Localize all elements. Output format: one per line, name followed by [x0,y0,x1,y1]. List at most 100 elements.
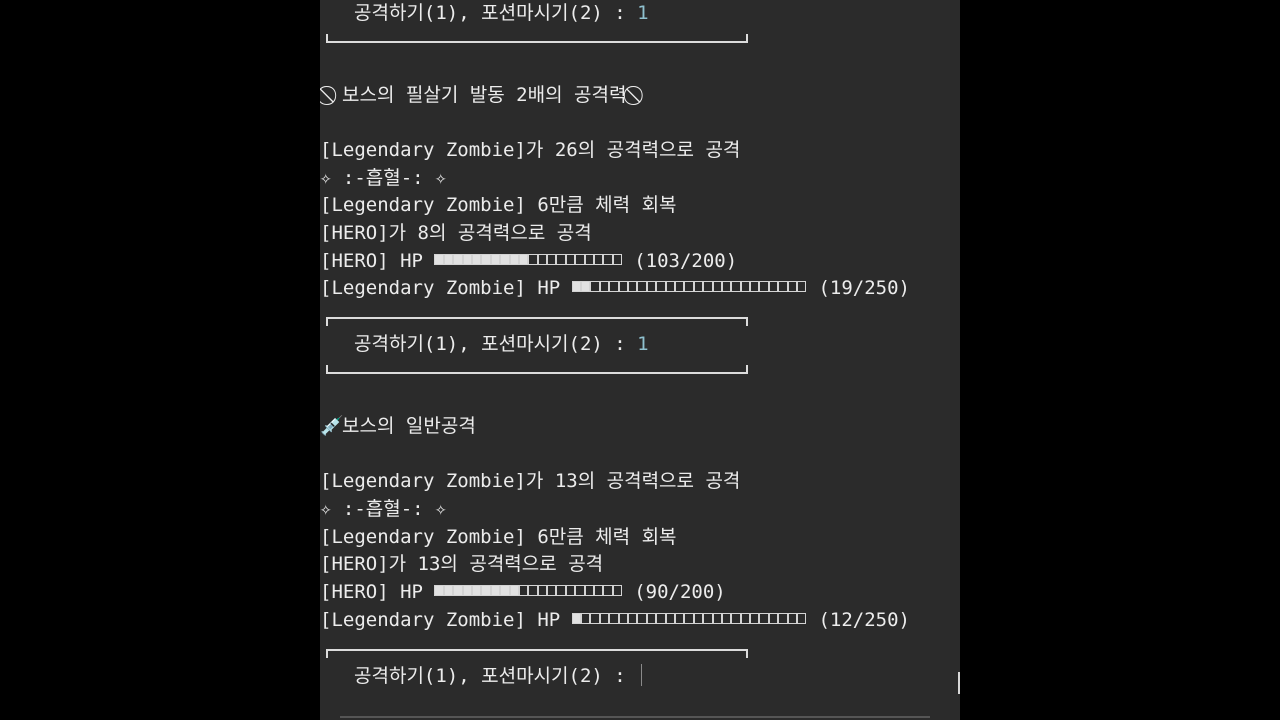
prompt-input-value: 1 [637,2,649,24]
hp-cell-empty [612,254,623,265]
prompt-line: 공격하기(1), 포션마시기(2) : [354,662,643,690]
hero-hp-line: [HERO] HP (103/200) [320,247,737,275]
prompt-input-value: 1 [637,333,649,355]
log-line: [HERO]가 8의 공격력으로 공격 [320,222,592,244]
hp-cell-empty [618,281,629,292]
hp-cell-empty [547,585,557,596]
hp-cell-filled [490,254,501,265]
hp-cell-empty [594,254,604,265]
hp-cell-empty [712,613,722,624]
hp-cell-filled [453,254,463,265]
hp-cell-empty [721,281,732,292]
hp-cell-filled [443,254,454,265]
hp-value: (103/200) [634,250,738,272]
boss-normal-text: 보스의 일반공격 [342,415,476,437]
window-edge-mark [958,672,960,694]
prompt-line: 공격하기(1), 포션마시기(2) : 1 [354,0,649,27]
hp-cell-empty [740,613,751,624]
hp-cell-empty [731,281,741,292]
hp-cell-empty [740,281,751,292]
hp-cell-filled [490,585,501,596]
hp-cell-empty [603,254,613,265]
hp-bar [434,254,623,265]
hp-cell-empty [575,585,585,596]
hp-cell-empty [565,585,576,596]
log-line: [HERO]가 13의 공격력으로 공격 [320,553,604,575]
hp-cell-empty [731,613,741,624]
log-line: [Legendary Zombie]가 26의 공격력으로 공격 [320,139,741,161]
hp-cell-empty [612,585,623,596]
prohibited-icon: ⃠ [626,81,648,109]
hp-cell-empty [609,613,619,624]
boss-normal-line: 💉보스의 일반공격 [320,412,476,440]
hp-cell-filled [518,254,529,265]
hp-cell-filled [509,585,519,596]
hp-cell-filled [571,281,582,292]
text-cursor [641,663,643,686]
hp-cell-empty [609,281,619,292]
hp-cell-filled [443,585,454,596]
hp-cell-empty [712,281,722,292]
syringe-icon: 💉 [320,415,344,437]
log-line: ✧ :-흡혈-: ✧ [320,167,447,189]
hp-cell-empty [599,281,610,292]
hp-cell-filled [471,254,482,265]
hp-cell-empty [674,613,685,624]
hp-cell-empty [575,254,585,265]
hp-cell-empty [778,613,788,624]
hp-cell-empty [656,613,666,624]
log-line: [Legendary Zombie] 6만큼 체력 회복 [320,194,677,216]
hp-cell-empty [556,585,566,596]
hp-cell-empty [603,585,613,596]
hp-cell-filled [581,281,591,292]
prompt-label: 공격하기(1), 포션마시기(2) : [354,333,638,355]
hp-cell-filled [481,254,491,265]
hp-cell-empty [637,281,647,292]
hp-label: [HERO] HP [320,250,435,272]
hp-cell-empty [590,613,600,624]
prompt-label: 공격하기(1), 포션마시기(2) : [354,2,638,24]
hp-cell-filled [509,254,519,265]
hp-cell-empty [518,585,529,596]
hp-cell-filled [500,585,510,596]
hp-cell-empty [665,281,675,292]
boss-skill-text: 보스의 필살기 발동 2배의 공격력 [342,84,627,106]
hp-cell-empty [618,613,629,624]
hp-value: (90/200) [634,581,726,603]
prohibited-icon: ⃠ [320,81,342,109]
hp-cell-empty [628,613,638,624]
hp-value: (19/250) [818,277,910,299]
prompt-box-top [326,317,748,326]
hp-cell-empty [581,613,591,624]
hp-bar [571,281,807,292]
hp-cell-empty [528,585,538,596]
hp-cell-filled [481,585,491,596]
hp-cell-empty [537,585,548,596]
scrollbar[interactable] [340,716,930,718]
hp-cell-empty [528,254,538,265]
prompt-box-bottom [326,34,748,43]
hp-label: [Legendary Zombie] HP [320,277,572,299]
hp-cell-empty [565,254,576,265]
hp-cell-empty [693,281,704,292]
hp-cell-filled [500,254,510,265]
hp-cell-empty [590,281,600,292]
hp-cell-empty [759,613,769,624]
hp-label: [HERO] HP [320,581,435,603]
hp-cell-empty [703,613,713,624]
hp-value: (12/250) [818,609,910,631]
hp-bar [571,613,807,624]
hp-cell-empty [750,281,760,292]
hp-cell-empty [759,281,769,292]
hp-cell-empty [646,613,657,624]
hp-cell-empty [665,613,675,624]
hp-label: [Legendary Zombie] HP [320,609,572,631]
hp-cell-empty [750,613,760,624]
hp-cell-empty [537,254,548,265]
hp-cell-empty [556,254,566,265]
prompt-box-top [326,649,748,658]
hp-cell-empty [797,613,807,624]
hp-cell-empty [797,281,807,292]
hp-cell-empty [684,613,694,624]
hp-cell-empty [674,281,685,292]
